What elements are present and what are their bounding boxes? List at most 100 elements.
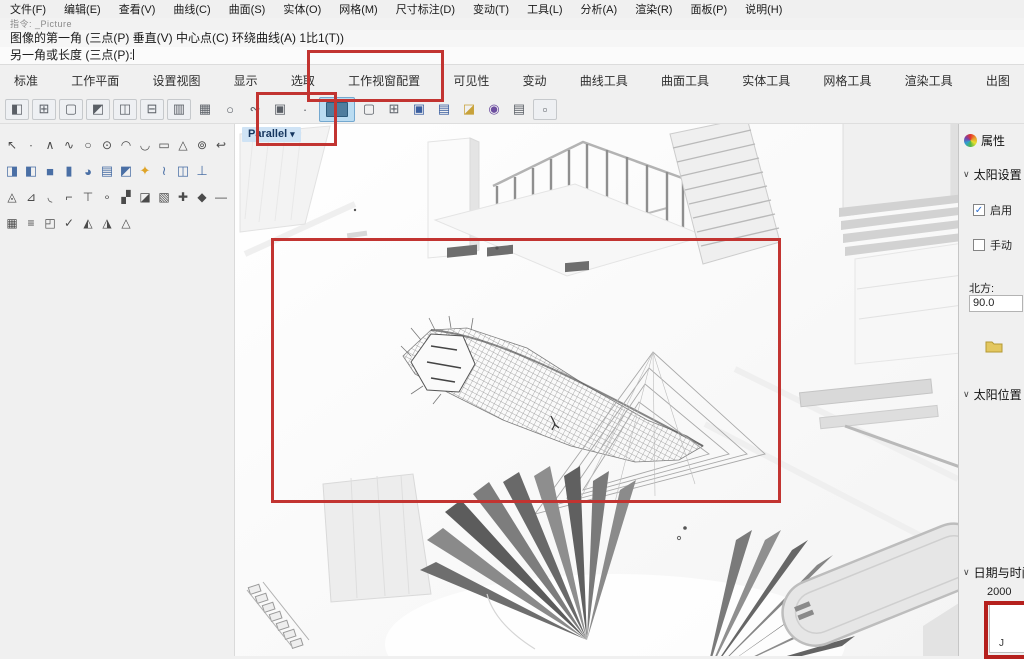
arc-icon[interactable]: ⊙ — [98, 136, 116, 154]
polyline-icon[interactable]: ∧ — [41, 136, 59, 154]
sun-enable-checkbox[interactable]: ✓ — [973, 204, 985, 216]
sun-settings-section-header[interactable]: ∨ 太阳设置 — [963, 166, 1022, 183]
menu-file[interactable]: 文件(F) — [10, 1, 46, 17]
viewport-maximize-icon[interactable]: ▢ — [59, 99, 83, 120]
screen-capture-icon[interactable]: ◪ — [458, 100, 480, 119]
cage-icon[interactable]: ◫ — [174, 162, 192, 180]
viewport-layout-corner-icon[interactable]: ◩ — [86, 99, 110, 120]
blend-icon[interactable]: ◟ — [41, 188, 59, 206]
menu-help[interactable]: 说明(H) — [745, 1, 782, 17]
menu-solid[interactable]: 实体(O) — [283, 1, 321, 17]
revolve-icon[interactable]: ≀ — [155, 162, 173, 180]
layers-icon[interactable]: ≡ — [22, 214, 40, 232]
tab-visibility[interactable]: 可见性 — [453, 72, 489, 89]
select-arrow-icon[interactable]: ↖ — [3, 136, 21, 154]
zoom-lens-icon[interactable]: ◉ — [483, 100, 505, 119]
tab-drafting[interactable]: 出图 — [986, 72, 1010, 89]
rotate-left-icon[interactable]: ◭ — [79, 214, 97, 232]
extrude-icon[interactable]: ▤ — [98, 162, 116, 180]
north-value-input[interactable]: 90.0 — [969, 295, 1023, 312]
pipe-icon[interactable]: ⊥ — [193, 162, 211, 180]
offset-icon[interactable]: ⊚ — [193, 136, 211, 154]
menu-panels[interactable]: 面板(P) — [690, 1, 727, 17]
properties-tab[interactable]: 属性 — [964, 132, 1005, 149]
sun-position-section-header[interactable]: ∨ 太阳位置 — [963, 386, 1022, 403]
printer-icon[interactable]: ▤ — [508, 100, 530, 119]
surface-icon[interactable]: ◨ — [3, 162, 21, 180]
pyramid-icon[interactable]: △ — [117, 214, 135, 232]
folder-icon[interactable] — [985, 339, 1003, 353]
tab-curve-tools[interactable]: 曲线工具 — [580, 72, 628, 89]
sweep-icon[interactable]: ◩ — [117, 162, 135, 180]
menu-view[interactable]: 查看(V) — [119, 1, 156, 17]
menu-analyze[interactable]: 分析(A) — [581, 1, 618, 17]
boolean-flash-icon[interactable]: ✦ — [136, 162, 154, 180]
circle-icon[interactable]: ○ — [79, 136, 97, 154]
tab-display[interactable]: 显示 — [234, 72, 258, 89]
monitor-display-icon[interactable]: ▤ — [433, 100, 455, 119]
menu-dimension[interactable]: 尺寸标注(D) — [396, 1, 455, 17]
hatch-icon[interactable]: ▞ — [117, 188, 135, 206]
tab-solid-tools[interactable]: 实体工具 — [742, 72, 790, 89]
group-icon[interactable]: ◪ — [136, 188, 154, 206]
mesh-grid-icon[interactable]: ▦ — [3, 214, 21, 232]
ellipse-icon[interactable]: ◡ — [136, 136, 154, 154]
rotate-right-icon[interactable]: ◮ — [98, 214, 116, 232]
menu-mesh[interactable]: 网格(M) — [339, 1, 378, 17]
viewport-layout-split-icon[interactable]: ◧ — [5, 99, 29, 120]
arc2-icon[interactable]: ◠ — [117, 136, 135, 154]
check-icon[interactable]: ✓ — [60, 214, 78, 232]
menu-transform[interactable]: 变动(T) — [473, 1, 509, 17]
bounding-box-icon[interactable]: ◰ — [41, 214, 59, 232]
tab-transform[interactable]: 变动 — [523, 72, 547, 89]
split-icon[interactable]: ⊿ — [22, 188, 40, 206]
toolbar-tab-bar: 标准 工作平面 设置视图 显示 选取 工作视窗配置 可见性 变动 曲线工具 曲面… — [0, 65, 1024, 95]
small-window-icon[interactable]: ▫ — [533, 99, 557, 120]
tab-standard[interactable]: 标准 — [14, 72, 38, 89]
sun-manual-label: 手动 — [990, 237, 1012, 253]
viewport-properties-icon[interactable]: ⊞ — [383, 100, 405, 119]
menu-surface[interactable]: 曲面(S) — [229, 1, 266, 17]
viewport-grid-icon[interactable]: ▦ — [194, 100, 216, 119]
menu-render[interactable]: 渲染(R) — [635, 1, 672, 17]
loft-icon[interactable]: ◧ — [22, 162, 40, 180]
cylinder-icon[interactable]: ▮ — [60, 162, 78, 180]
viewport-layout-rows-icon[interactable]: ⊟ — [140, 99, 164, 120]
viewport-layout-columns-icon[interactable]: ▥ — [167, 99, 191, 120]
explode-icon[interactable]: ∘ — [98, 188, 116, 206]
viewport-layout-4-icon[interactable]: ⊞ — [32, 99, 56, 120]
tab-surface-tools[interactable]: 曲面工具 — [661, 72, 709, 89]
sun-enable-row: ✓ 启用 — [973, 202, 1012, 218]
monitor-settings-icon[interactable]: ▣ — [408, 100, 430, 119]
sun-manual-checkbox[interactable] — [973, 239, 985, 251]
trim-icon[interactable]: ◬ — [3, 188, 21, 206]
scale-icon[interactable]: ✚ — [174, 188, 192, 206]
menu-tools[interactable]: 工具(L) — [527, 1, 562, 17]
box-icon[interactable]: ■ — [41, 162, 59, 180]
new-viewport-icon[interactable]: ▢ — [358, 100, 380, 119]
polygon-icon[interactable]: △ — [174, 136, 192, 154]
viewport-layout-stack-icon[interactable]: ◫ — [113, 99, 137, 120]
menu-curve[interactable]: 曲线(C) — [173, 1, 210, 17]
tab-mesh-tools[interactable]: 网格工具 — [823, 72, 871, 89]
annotation-rect-viewport-model — [271, 238, 781, 503]
line-icon[interactable]: — — [212, 188, 230, 206]
fillet-icon[interactable]: ↩ — [212, 136, 230, 154]
tab-render-tools[interactable]: 渲染工具 — [905, 72, 953, 89]
annotation-rect-display-icon — [256, 92, 337, 146]
command-options-line[interactable]: 图像的第一角 (三点(P) 垂直(V) 中心点(C) 环绕曲线(A) 1比1(T… — [0, 30, 1024, 47]
date-section-header[interactable]: ∨ 日期与时间 — [963, 564, 1024, 581]
sphere-icon[interactable]: ◕ — [79, 162, 97, 180]
tab-cplane[interactable]: 工作平面 — [71, 72, 119, 89]
join-icon[interactable]: ⊤ — [79, 188, 97, 206]
curve-icon[interactable]: ∿ — [60, 136, 78, 154]
tab-set-view[interactable]: 设置视图 — [152, 72, 200, 89]
array-icon[interactable]: ▧ — [155, 188, 173, 206]
rectangle-icon[interactable]: ▭ — [155, 136, 173, 154]
point-icon[interactable]: ∙ — [22, 136, 40, 154]
extend-icon[interactable]: ⌐ — [60, 188, 78, 206]
menu-edit[interactable]: 编辑(E) — [64, 1, 101, 17]
gem-icon[interactable]: ◆ — [193, 188, 211, 206]
circle-select-icon[interactable]: ○ — [219, 100, 241, 119]
command-input-line[interactable]: 另一角或长度 (三点(P): — [0, 47, 1024, 65]
